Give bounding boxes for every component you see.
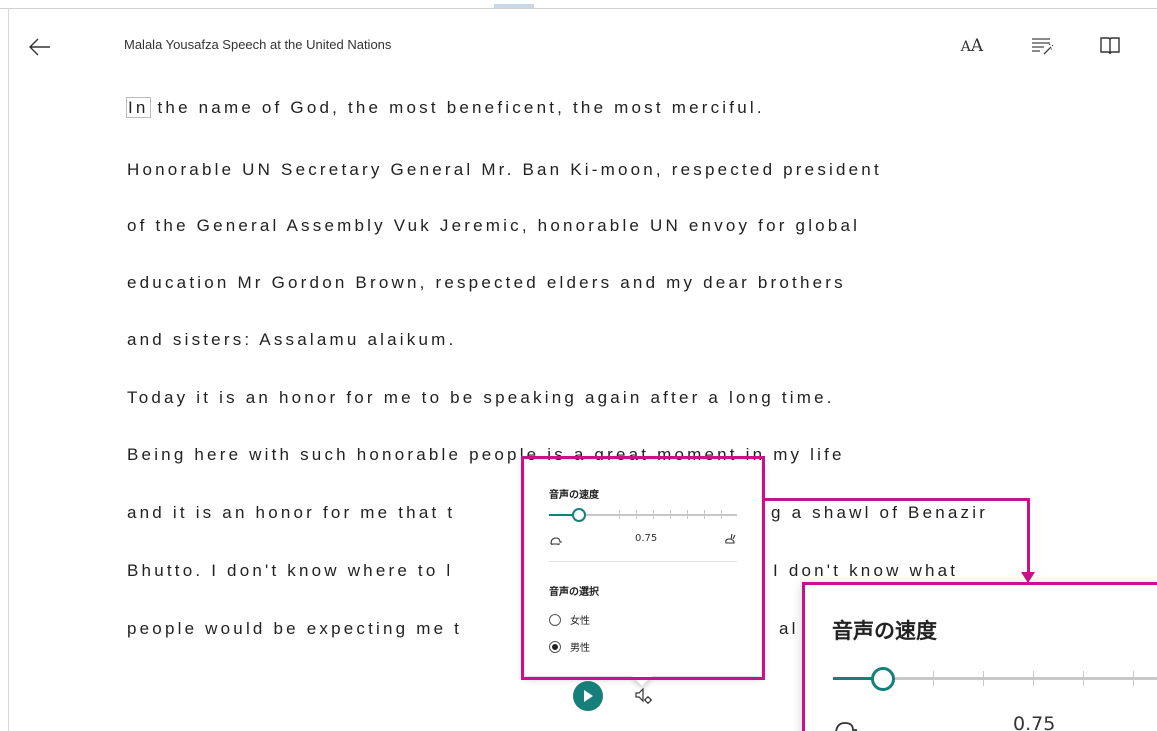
slider-tick <box>983 671 984 686</box>
text-line-partial: I don't know what <box>773 561 959 580</box>
voice-settings-icon <box>635 687 652 704</box>
text-line: people would be expecting me t <box>127 619 463 638</box>
text-line: of the General Assembly Vuk Jeremic, hon… <box>127 216 861 235</box>
window-top-indicator <box>494 4 534 8</box>
current-word[interactable]: In <box>126 97 151 118</box>
text-size-icon: AA <box>960 36 984 56</box>
zoomed-speed-heading: 音声の速度 <box>832 619 937 643</box>
document-title: Malala Yousafza Speech at the United Nat… <box>124 37 392 52</box>
zoomed-speed-value: 0.75 <box>1013 713 1056 731</box>
text-line: Honorable UN Secretary General Mr. Ban K… <box>127 160 882 179</box>
highlight-box <box>521 456 765 680</box>
slider-tick <box>1083 671 1084 686</box>
slider-tick <box>1133 671 1134 686</box>
play-icon <box>584 690 593 702</box>
text-line: and it is an honor for me that t <box>127 503 456 522</box>
callout-connector <box>765 498 1030 501</box>
text-preferences-button[interactable]: AA <box>958 33 986 59</box>
left-border <box>8 8 9 731</box>
text-line-partial: g a shawl of Benazir <box>771 503 989 522</box>
top-border <box>0 8 1157 9</box>
voice-settings-button[interactable] <box>632 684 656 708</box>
slider-thumb <box>871 667 895 691</box>
immersive-reader-window: Malala Yousafza Speech at the United Nat… <box>0 0 1157 731</box>
text-line: Bhutto. I don't know where to l <box>127 561 454 580</box>
text-line: In the name of God, the most beneficent,… <box>126 97 765 118</box>
text-line-partial: al <box>779 619 799 638</box>
back-arrow-icon <box>29 38 50 56</box>
reading-preferences-button[interactable] <box>1096 33 1124 59</box>
book-icon <box>1100 37 1120 55</box>
callout-connector <box>1027 498 1030 574</box>
zoomed-callout: 音声の速度 0.75 <box>802 582 1157 731</box>
zoomed-speed-slider <box>833 666 1157 692</box>
back-button[interactable] <box>27 34 53 60</box>
grammar-options-icon <box>1032 38 1054 55</box>
slider-tick <box>933 671 934 686</box>
text-line: and sisters: Assalamu alaikum. <box>127 330 457 349</box>
grammar-options-button[interactable] <box>1028 33 1056 59</box>
play-button[interactable] <box>573 681 603 711</box>
slider-tick <box>1033 671 1034 686</box>
text-line: Today it is an honor for me to be speaki… <box>127 388 835 407</box>
turtle-icon <box>835 722 857 731</box>
text-line: education Mr Gordon Brown, respected eld… <box>127 273 846 292</box>
